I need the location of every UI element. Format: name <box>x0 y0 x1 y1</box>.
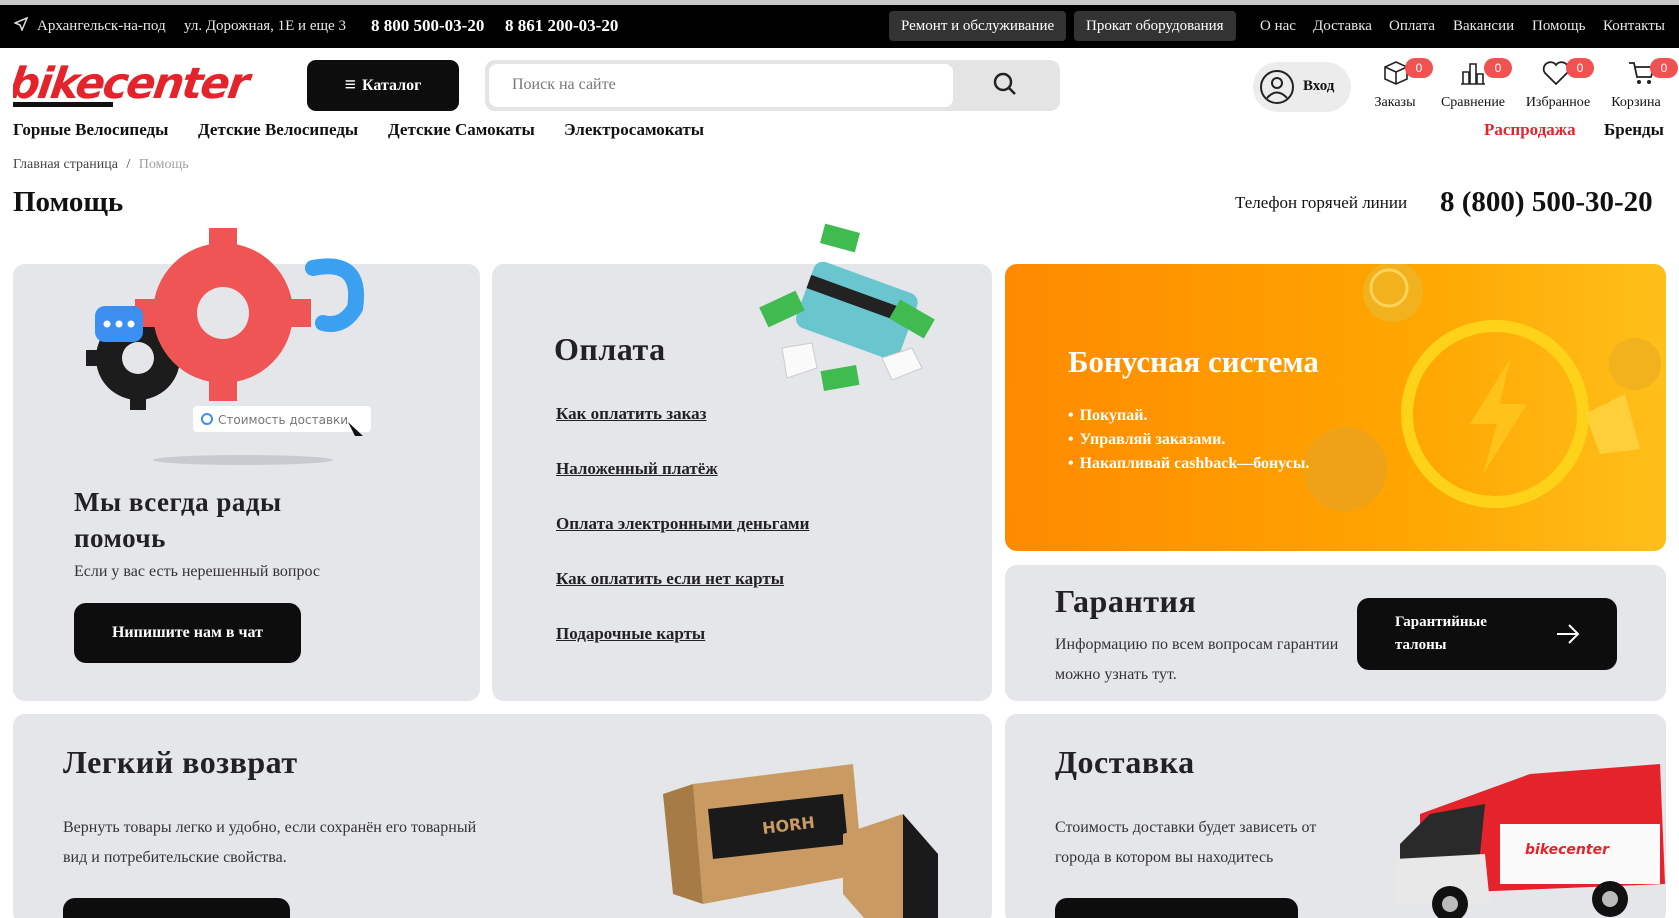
toplink-about[interactable]: О нас <box>1260 18 1296 35</box>
help-title: Мы всегда рады помочь <box>74 487 282 553</box>
search-bar: Поиск на сайте <box>485 60 1060 111</box>
toplink-delivery[interactable]: Доставка <box>1313 18 1372 35</box>
bonus-item-cashback: Накапливай cashback—бонусы. <box>1068 452 1310 476</box>
delivery-text: Стоимость доставки будет зависеть от гор… <box>1055 819 1317 866</box>
warranty-button-label: Гарантийные талоны <box>1395 614 1487 653</box>
delivery-button[interactable] <box>1055 898 1298 918</box>
return-card: Легкий возврат Вернуть товары легко и уд… <box>13 714 992 918</box>
boxes-illustration: HORH <box>663 764 938 918</box>
phone-link-2[interactable]: 8 861 200-03-20 <box>505 16 618 36</box>
payment-card: Оплата Как оплатить заказ Наложенный пла… <box>492 223 992 701</box>
payment-illustration <box>759 223 935 391</box>
page-title: Помощь <box>13 186 124 218</box>
toplink-contacts[interactable]: Контакты <box>1603 18 1665 35</box>
payment-title: Оплата <box>554 331 666 367</box>
orders-label: Заказы <box>1374 95 1416 110</box>
toplink-help[interactable]: Помощь <box>1532 18 1585 35</box>
catalog-label: Каталог <box>361 76 422 94</box>
payment-link-how-to-pay[interactable]: Как оплатить заказ <box>556 404 706 424</box>
svg-text:bikecenter: bikecenter <box>13 59 255 109</box>
nav-sale[interactable]: Распродажа <box>1484 120 1576 140</box>
favorites-badge: 0 <box>1566 58 1594 78</box>
arrow-right-icon <box>1557 624 1580 644</box>
location-arrow-icon[interactable] <box>13 16 29 36</box>
warranty-button[interactable]: Гарантийные талоны <box>1357 598 1617 670</box>
delivery-title: Доставка <box>1055 744 1195 780</box>
payment-link-cod[interactable]: Наложенный платёж <box>556 459 718 479</box>
compare-button[interactable]: 0 Сравнение <box>1428 58 1518 110</box>
catalog-button[interactable]: ≡ Каталог <box>307 60 459 111</box>
warranty-text: Информацию по всем вопросам гарантии мож… <box>1055 636 1339 683</box>
bonus-list: Покупай. Управляй заказами. Накапливай c… <box>1068 404 1310 476</box>
hotline-label: Телефон горячей линии <box>1235 193 1408 212</box>
illustration-search-text: Стоимость доставки <box>218 413 348 427</box>
menu-icon: ≡ <box>344 74 356 96</box>
nav-e-scooters[interactable]: Электросамокаты <box>564 120 704 140</box>
cart-button[interactable]: 0 Корзина <box>1594 58 1679 110</box>
orders-button[interactable]: 0 Заказы <box>1350 58 1440 110</box>
compare-icon <box>1461 63 1485 85</box>
breadcrumb-home[interactable]: Главная страница <box>13 157 118 172</box>
bonus-card[interactable]: Бонусная система Покупай. Управляй заказ… <box>1005 264 1666 551</box>
login-button[interactable]: Вход <box>1253 62 1351 112</box>
nav-brands[interactable]: Бренды <box>1604 120 1664 140</box>
help-card: Стоимость доставки Мы всегда рады помочь… <box>13 228 480 701</box>
compare-badge: 0 <box>1484 58 1512 78</box>
bonus-title: Бонусная система <box>1068 344 1319 379</box>
bonus-item-buy: Покупай. <box>1068 404 1309 428</box>
toplink-vacancies[interactable]: Вакансии <box>1453 18 1514 35</box>
user-icon <box>1260 70 1294 104</box>
payment-link-e-money[interactable]: Оплата электронными деньгами <box>556 514 809 534</box>
breadcrumb-separator: / <box>126 157 131 172</box>
chat-button[interactable]: Нипишите нам в чат <box>74 603 301 663</box>
warranty-card: Гарантия Информацию по всем вопросам гар… <box>1005 565 1666 701</box>
cart-label: Корзина <box>1611 95 1661 110</box>
payment-link-gift-cards[interactable]: Подарочные карты <box>556 624 705 644</box>
return-text: Вернуть товары легко и удобно, если сохр… <box>63 819 477 866</box>
nav-mountain-bikes[interactable]: Горные Велосипеды <box>13 120 168 140</box>
nav-kids-scooters[interactable]: Детские Самокаты <box>388 120 535 140</box>
rental-button[interactable]: Прокат оборудования <box>1074 11 1236 41</box>
login-label: Вход <box>1303 78 1335 94</box>
compare-label: Сравнение <box>1440 95 1506 110</box>
top-bar: Архангельск-на-под ул. Дорожная, 1Е и ещ… <box>0 0 1679 48</box>
payment-link-no-card[interactable]: Как оплатить если нет карты <box>556 569 784 589</box>
cart-badge: 0 <box>1650 58 1678 78</box>
van-illustration: bikecenter <box>1395 764 1665 918</box>
delivery-card: Доставка Стоимость доставки будет зависе… <box>1005 714 1666 918</box>
return-title: Легкий возврат <box>63 744 298 780</box>
phone-link-1[interactable]: 8 800 500-03-20 <box>371 16 484 36</box>
repair-button[interactable]: Ремонт и обслуживание <box>889 11 1067 41</box>
van-logo-text: bikecenter <box>1525 842 1610 858</box>
toplink-payment[interactable]: Оплата <box>1389 18 1435 35</box>
bonus-item-manage: Управляй заказами. <box>1068 428 1309 452</box>
nav-kids-bikes[interactable]: Детские Велосипеды <box>198 120 358 140</box>
store-address[interactable]: ул. Дорожная, 1Е и еще 3 <box>184 18 346 35</box>
hotline-number[interactable]: 8 (800) 500-30-20 <box>1440 186 1653 219</box>
return-button[interactable] <box>63 898 290 918</box>
site-logo[interactable]: bikecenter <box>6 58 258 110</box>
search-icon[interactable] <box>990 70 1020 100</box>
city-selector[interactable]: Архангельск-на-под <box>37 18 166 35</box>
warranty-title: Гарантия <box>1055 583 1197 619</box>
breadcrumb-current: Помощь <box>138 157 189 172</box>
search-input[interactable]: Поиск на сайте <box>489 64 953 107</box>
help-text: Если у вас есть нерешенный вопрос <box>74 563 320 580</box>
support-illustration: Стоимость доставки <box>86 228 371 465</box>
breadcrumb: Главная страница / Помощь <box>13 157 189 173</box>
